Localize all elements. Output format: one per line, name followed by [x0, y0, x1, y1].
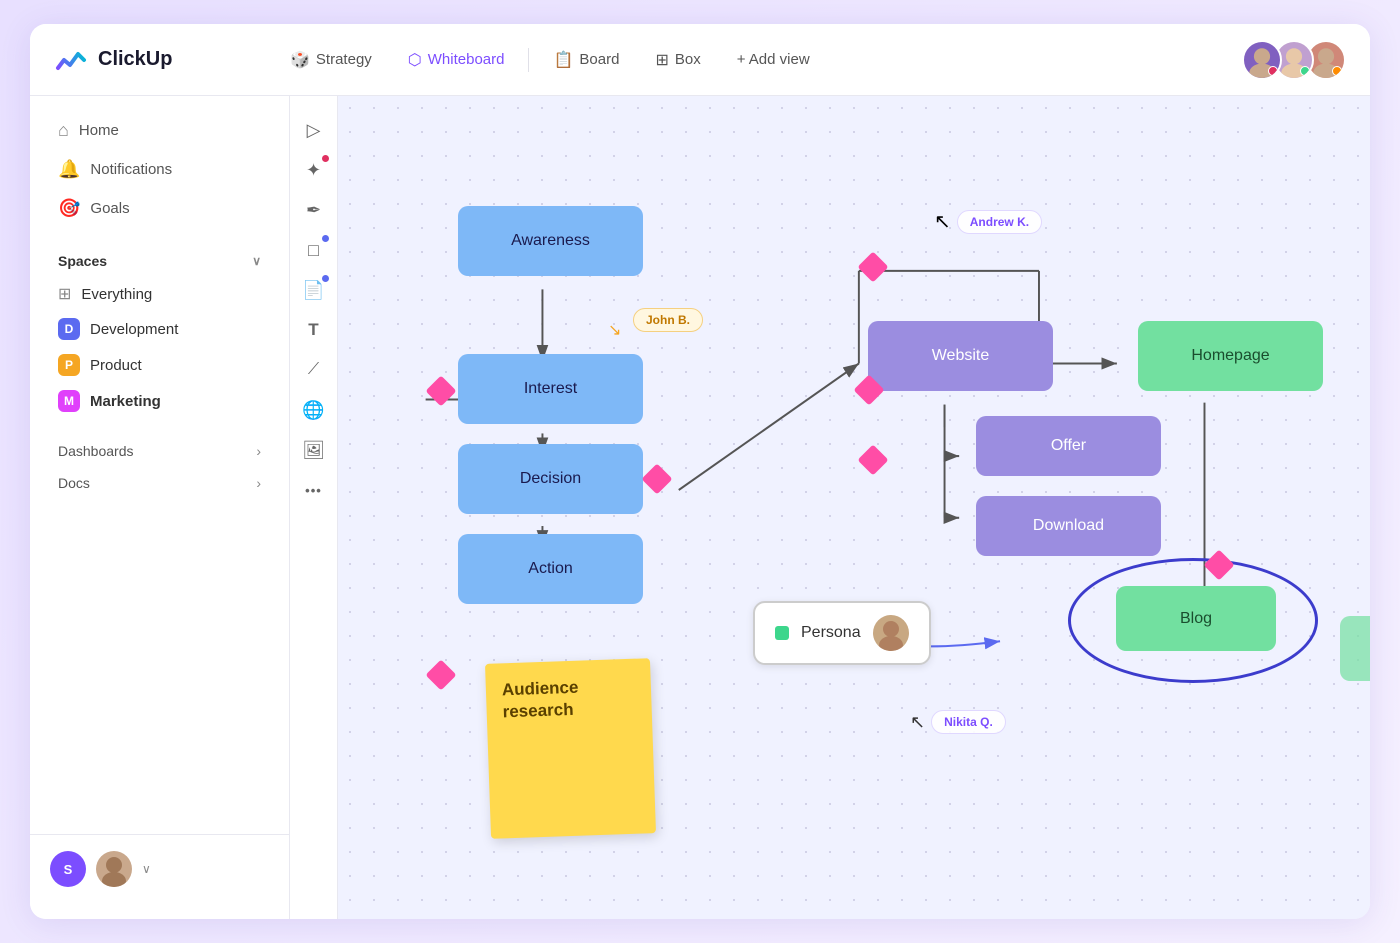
rectangle-icon: □: [308, 240, 319, 261]
persona-face: [873, 615, 909, 651]
diamond-bottom-left: [425, 659, 456, 690]
sidebar-item-dashboards[interactable]: Dashboards ›: [30, 435, 289, 467]
canvas-area: ▷ ✦ ✒ □ 📄 T ⟋ 🌐 🖼 •••: [290, 96, 1370, 919]
node-decision[interactable]: Decision: [458, 444, 643, 514]
whiteboard-canvas[interactable]: Awareness Interest Decision Action Websi…: [338, 96, 1370, 919]
tool-sticky[interactable]: 📄: [296, 272, 332, 308]
node-download[interactable]: Download: [976, 496, 1161, 556]
tool-more[interactable]: •••: [296, 472, 332, 508]
spaces-section-title: Spaces ∨: [30, 245, 289, 277]
node-edge-partial: [1340, 616, 1370, 681]
box-icon: ⊞: [655, 50, 668, 70]
avatar-dot-3: [1332, 66, 1342, 76]
node-website[interactable]: Website: [868, 321, 1053, 391]
user-initial-avatar: S: [50, 851, 86, 887]
persona-green-dot: [775, 626, 789, 640]
tab-divider: [528, 48, 529, 72]
tool-connector[interactable]: ⟋: [296, 352, 332, 388]
sidebar-item-notifications[interactable]: 🔔 Notifications: [46, 151, 273, 188]
diamond-left: [425, 375, 456, 406]
tab-board[interactable]: 📋 Board: [537, 42, 635, 78]
tab-strategy[interactable]: 🎲 Strategy: [274, 42, 388, 78]
cursor-john: ↘: [608, 320, 621, 340]
diamond-website-right: [857, 444, 888, 475]
tab-whiteboard[interactable]: ⬡ Whiteboard: [392, 42, 521, 78]
avatar-1: [1242, 40, 1282, 80]
sticky-dot: [322, 275, 329, 282]
tab-box[interactable]: ⊞ Box: [639, 42, 716, 78]
chevron-down-icon: ∨: [142, 862, 151, 876]
tab-add-view[interactable]: + Add view: [721, 43, 826, 76]
marketing-badge: M: [58, 390, 80, 412]
whiteboard-icon: ⬡: [408, 50, 422, 70]
node-awareness[interactable]: Awareness: [458, 206, 643, 276]
main: ⌂ Home 🔔 Notifications 🎯 Goals Spaces ∨ …: [30, 96, 1370, 919]
tool-globe[interactable]: 🌐: [296, 392, 332, 428]
bell-icon: 🔔: [58, 159, 80, 180]
tool-cursor[interactable]: ▷: [296, 112, 332, 148]
sidebar-item-development[interactable]: D Development: [30, 311, 289, 347]
tool-pen[interactable]: ✒: [296, 192, 332, 228]
sidebar-nav: ⌂ Home 🔔 Notifications 🎯 Goals: [30, 112, 289, 229]
sticky-icon: 📄: [302, 280, 324, 301]
app-container: ClickUp 🎲 Strategy ⬡ Whiteboard 📋 Board …: [30, 24, 1370, 919]
logo-icon: [54, 42, 90, 78]
diamond-blog: [1203, 549, 1234, 580]
header-avatars: [1242, 40, 1346, 80]
cursor-nikita: ↖ Nikita Q.: [910, 710, 1006, 734]
node-homepage[interactable]: Homepage: [1138, 321, 1323, 391]
avatar-group: [1242, 40, 1346, 80]
development-badge: D: [58, 318, 80, 340]
board-icon: 📋: [553, 50, 573, 70]
home-icon: ⌂: [58, 120, 69, 141]
sidebar-item-docs[interactable]: Docs ›: [30, 467, 289, 499]
sidebar-bottom: S ∨: [30, 834, 289, 903]
avatar-dot-1: [1268, 66, 1278, 76]
sidebar-item-home[interactable]: ⌂ Home: [46, 112, 273, 149]
andrew-label: Andrew K.: [957, 210, 1042, 234]
logo-text: ClickUp: [98, 48, 172, 71]
shapes-dot: [322, 155, 329, 162]
tool-image[interactable]: 🖼: [296, 432, 332, 468]
nikita-label: Nikita Q.: [931, 710, 1006, 734]
diamond-decision: [641, 463, 672, 494]
spaces-chevron[interactable]: ∨: [252, 254, 261, 268]
node-interest[interactable]: Interest: [458, 354, 643, 424]
cursor-icon-nikita: ↖: [910, 712, 925, 733]
node-action[interactable]: Action: [458, 534, 643, 604]
strategy-icon: 🎲: [290, 50, 310, 70]
goals-icon: 🎯: [58, 198, 80, 219]
node-offer[interactable]: Offer: [976, 416, 1161, 476]
tool-rectangle[interactable]: □: [296, 232, 332, 268]
rect-dot: [322, 235, 329, 242]
sticky-note-audience[interactable]: Audienceresearch: [485, 658, 656, 839]
persona-card[interactable]: Persona: [753, 601, 931, 665]
everything-icon: ⊞: [58, 284, 71, 304]
sidebar-item-goals[interactable]: 🎯 Goals: [46, 190, 273, 227]
tool-text[interactable]: T: [296, 312, 332, 348]
john-label: John B.: [633, 308, 703, 332]
toolbar: ▷ ✦ ✒ □ 📄 T ⟋ 🌐 🖼 •••: [290, 96, 338, 919]
cursor-icon-andrew: ↖: [934, 209, 951, 234]
cursor-andrew: ↖ Andrew K.: [934, 209, 1042, 234]
shapes-icon: ✦: [306, 160, 321, 181]
avatar-dot-2: [1300, 66, 1310, 76]
sidebar-item-everything[interactable]: ⊞ Everything: [30, 277, 289, 311]
diamond-top: [857, 251, 888, 282]
sidebar-item-product[interactable]: P Product: [30, 347, 289, 383]
sidebar: ⌂ Home 🔔 Notifications 🎯 Goals Spaces ∨ …: [30, 96, 290, 919]
header: ClickUp 🎲 Strategy ⬡ Whiteboard 📋 Board …: [30, 24, 1370, 96]
product-badge: P: [58, 354, 80, 376]
logo: ClickUp: [54, 42, 274, 78]
user-photo-avatar: [96, 851, 132, 887]
sidebar-item-marketing[interactable]: M Marketing: [30, 383, 289, 419]
tool-shapes[interactable]: ✦: [296, 152, 332, 188]
tabs: 🎲 Strategy ⬡ Whiteboard 📋 Board ⊞ Box + …: [274, 42, 1242, 78]
node-blog[interactable]: Blog: [1116, 586, 1276, 651]
